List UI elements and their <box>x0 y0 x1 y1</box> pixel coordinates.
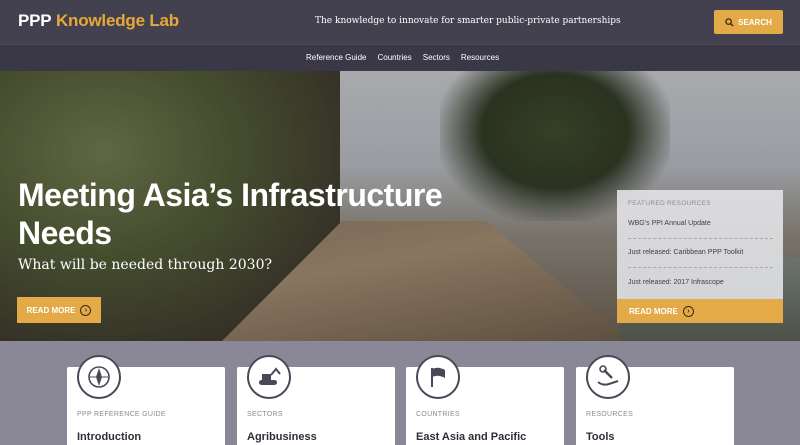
search-button[interactable]: SEARCH <box>714 10 783 34</box>
card-resources[interactable]: RESOURCES Tools <box>576 355 734 445</box>
card-label: PPP REFERENCE GUIDE <box>77 411 166 418</box>
card-label: SECTORS <box>247 411 283 418</box>
nav-item-resources[interactable]: Resources <box>461 53 499 62</box>
featured-divider <box>628 238 773 239</box>
hero-read-more-label: READ MORE <box>26 305 76 315</box>
site-logo[interactable]: PPP Knowledge Lab <box>18 11 179 31</box>
featured-item[interactable]: WBG’s PPI Annual Update <box>628 220 773 227</box>
logo-text-ppp: PPP <box>18 11 52 30</box>
featured-item[interactable]: Just released: 2017 Infrascope <box>628 279 773 286</box>
nav-item-sectors[interactable]: Sectors <box>423 53 450 62</box>
card-reference-guide[interactable]: PPP REFERENCE GUIDE Introduction <box>67 355 225 445</box>
card-title: Introduction <box>77 431 142 443</box>
hero-title-line-2: Needs <box>18 215 112 251</box>
featured-item[interactable]: Just released: Caribbean PPP Toolkit <box>628 249 773 256</box>
card-label: COUNTRIES <box>416 411 460 418</box>
hero-title-line-1: Meeting Asia’s Infrastructure <box>18 177 443 213</box>
site-tagline: The knowledge to innovate for smarter pu… <box>315 16 621 26</box>
main-nav: Reference Guide Countries Sectors Resour… <box>0 44 800 71</box>
card-title: Agribusiness <box>247 431 317 443</box>
logo-text-knowledge-lab: Knowledge Lab <box>55 11 179 30</box>
featured-divider <box>628 267 773 268</box>
hero-subtitle: What will be needed through 2030? <box>18 257 272 273</box>
hero-title: Meeting Asia’s Infrastructure Needs <box>18 176 458 252</box>
wrench-hand-icon <box>586 355 630 399</box>
card-countries[interactable]: COUNTRIES East Asia and Pacific <box>406 355 564 445</box>
nav-item-reference-guide[interactable]: Reference Guide <box>306 53 366 62</box>
card-label: RESOURCES <box>586 411 634 418</box>
arrow-right-circle-icon: › <box>80 304 92 316</box>
excavator-icon <box>247 355 291 399</box>
compass-icon <box>77 355 121 399</box>
search-icon <box>725 17 734 27</box>
featured-resources-heading: FEATURED RESOURCES <box>628 200 711 207</box>
card-title: East Asia and Pacific <box>416 431 527 443</box>
top-header: PPP Knowledge Lab The knowledge to innov… <box>0 0 800 44</box>
flag-icon <box>416 355 460 399</box>
card-sectors[interactable]: SECTORS Agribusiness <box>237 355 395 445</box>
nav-item-countries[interactable]: Countries <box>377 53 411 62</box>
card-title: Tools <box>586 431 615 443</box>
hero-read-more-button[interactable]: READ MORE › <box>17 297 101 323</box>
arrow-right-circle-icon: › <box>682 305 694 317</box>
featured-read-more-label: READ MORE <box>629 306 678 316</box>
search-button-label: SEARCH <box>738 17 772 27</box>
featured-read-more-button[interactable]: READ MORE › <box>617 299 783 323</box>
hero-banner: Meeting Asia’s Infrastructure Needs What… <box>0 71 800 341</box>
